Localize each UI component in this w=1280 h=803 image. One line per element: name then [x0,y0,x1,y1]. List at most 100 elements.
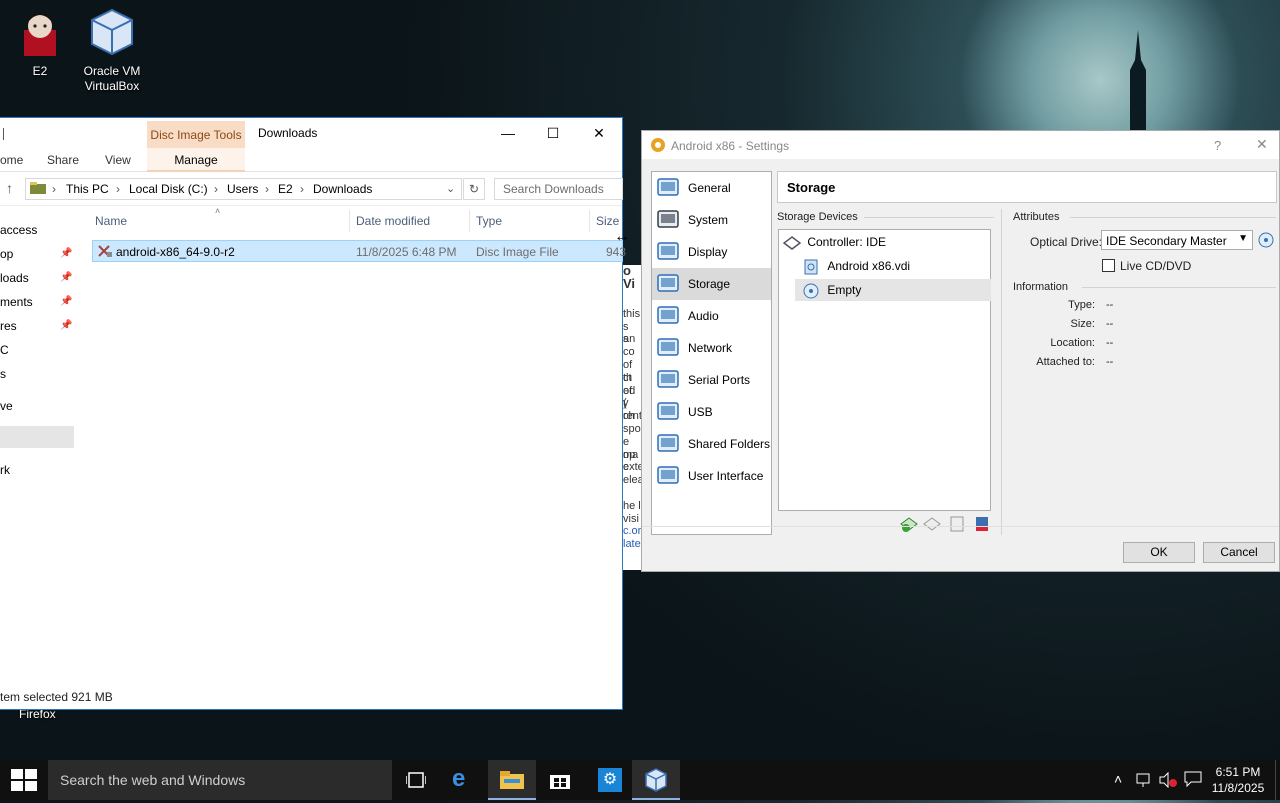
explorer-titlebar[interactable]: Disc Image Tools Downloads — ☐ ✕ [0,118,622,148]
nav-item[interactable]: access [0,223,37,237]
information-label: Information [1013,281,1069,293]
category-display[interactable]: Display [652,236,771,268]
background-text-line [623,295,641,308]
info-label: Attached to: [1036,356,1095,368]
system-clock[interactable]: 6:51 PM 11/8/2025 [1208,764,1268,796]
task-view-button[interactable] [392,760,440,800]
category-usb[interactable]: USB [652,396,771,428]
network-icon[interactable] [1136,772,1154,791]
category-label: Display [688,245,728,259]
background-article-fragment: o Vi this s an s co of th ct of ed (y ch rent sp… [623,265,641,570]
live-cd-checkbox[interactable] [1102,259,1115,272]
audio-icon [657,306,679,324]
breadcrumb-downloads[interactable]: Downloads [313,182,372,196]
resize-cursor-icon: ↔ [614,228,630,245]
desktop-icon-virtualbox[interactable]: Oracle VM VirtualBox [72,8,152,94]
settings-dialog[interactable]: Android x86 - Settings ? ✕ General System… [641,130,1280,572]
breadcrumb-local-disk[interactable]: Local Disk (C:) [129,182,208,196]
breadcrumb-this-pc[interactable]: This PC [66,182,109,196]
taskbar-file-explorer[interactable] [488,760,536,800]
category-system[interactable]: System [652,204,771,236]
nav-item[interactable]: rk [0,463,10,477]
column-header-date[interactable]: Date modified [356,214,430,228]
background-text-line: spo [623,422,641,435]
tree-optical-empty[interactable]: Empty [795,279,991,301]
info-value: -- [1106,356,1114,368]
show-desktop-button[interactable] [1275,760,1280,800]
tree-disk-vdi[interactable]: Android x86.vdi [803,255,910,277]
address-bar[interactable]: › This PC › Local Disk (C:) › Users › E2… [25,178,462,200]
help-button[interactable]: ? [1214,138,1221,153]
info-value: -- [1106,337,1114,349]
desktop-icon-e2[interactable]: E2 [0,8,80,79]
file-row[interactable]: android-x86_64-9.0-r2 11/8/2025 6:48 PM … [92,240,626,262]
ribbon-tab-view[interactable]: View [105,153,131,167]
column-header-type[interactable]: Type [476,214,502,228]
column-divider[interactable] [589,210,590,232]
taskbar-virtualbox[interactable] [632,760,680,800]
clock-time: 6:51 PM [1215,765,1261,779]
cancel-button[interactable]: Cancel [1203,542,1275,563]
sort-up-icon: ˄ [215,206,221,216]
category-general[interactable]: General [652,172,771,204]
choose-disk-icon[interactable] [1257,231,1275,252]
disc-image-tools-tab[interactable]: Disc Image Tools [147,121,245,148]
taskbar-edge[interactable]: e [440,760,488,800]
nav-item[interactable]: res [0,319,17,333]
user-interface-icon [657,466,679,484]
taskbar-settings[interactable]: ⚙ [584,760,632,800]
up-arrow-icon[interactable]: ↑ [6,180,13,196]
column-header-size[interactable]: Size [596,214,619,228]
refresh-icon[interactable]: ↻ [463,178,485,200]
category-shared-folders[interactable]: Shared Folders [652,428,771,460]
action-center-icon[interactable] [1184,771,1202,790]
category-audio[interactable]: Audio [652,300,771,332]
close-button[interactable]: ✕ [576,118,622,148]
nav-item[interactable]: ve [0,399,13,413]
category-storage[interactable]: Storage [652,268,771,300]
minimize-button[interactable]: — [485,118,531,148]
background-text-line: e ma [623,435,639,461]
ribbon-tab-home[interactable]: ome [0,153,23,167]
search-input[interactable]: Search Downloads [494,178,623,200]
ribbon-tab-manage[interactable]: Manage [147,148,245,172]
taskbar-store[interactable] [536,760,584,800]
dialog-titlebar[interactable]: Android x86 - Settings ? ✕ [642,131,1279,159]
tree-controller-ide[interactable]: Controller: IDE [782,231,886,253]
category-label: USB [688,405,713,419]
file-explorer-window[interactable]: Disc Image Tools Downloads — ☐ ✕ ome Sha… [0,117,630,710]
nav-item[interactable]: ments [0,295,33,309]
category-serial-ports[interactable]: Serial Ports [652,364,771,396]
background-text-line: of th [623,358,633,384]
column-divider[interactable] [349,210,350,232]
category-network[interactable]: Network [652,332,771,364]
maximize-button[interactable]: ☐ [530,118,576,148]
breadcrumb-e2[interactable]: E2 [278,182,293,196]
nav-item[interactable]: loads [0,271,29,285]
chevron-down-icon[interactable]: ⌄ [446,182,455,195]
file-name[interactable]: android-x86_64-9.0-r2 [116,245,235,259]
volume-muted-icon[interactable] [1158,771,1178,791]
chevron-right-icon: › [300,182,304,196]
column-header-name[interactable]: Name [95,214,127,228]
section-title: Storage [777,171,1277,203]
tower-silhouette [1130,30,1146,130]
start-button[interactable] [11,769,37,794]
breadcrumb-users[interactable]: Users [227,182,258,196]
storage-icon [657,274,679,292]
window-title: Downloads [258,126,318,140]
ok-button[interactable]: OK [1123,542,1195,563]
storage-tree[interactable]: Controller: IDE Android x86.vdi Empty [778,229,991,511]
optical-drive-select[interactable]: IDE Secondary Master ▼ [1101,230,1253,250]
nav-item[interactable]: C [0,343,9,357]
category-label: Serial Ports [688,373,751,387]
nav-item[interactable]: op [0,247,13,261]
taskbar-search-box[interactable]: Search the web and Windows [48,760,392,800]
dialog-close-button[interactable]: ✕ [1256,136,1268,153]
ribbon-tab-share[interactable]: Share [47,153,79,167]
chevron-up-icon[interactable]: ˄ [1114,771,1122,787]
nav-item[interactable]: s [0,367,6,381]
category-label: General [688,181,731,195]
category-user-interface[interactable]: User Interface [652,460,771,492]
column-divider[interactable] [469,210,470,232]
